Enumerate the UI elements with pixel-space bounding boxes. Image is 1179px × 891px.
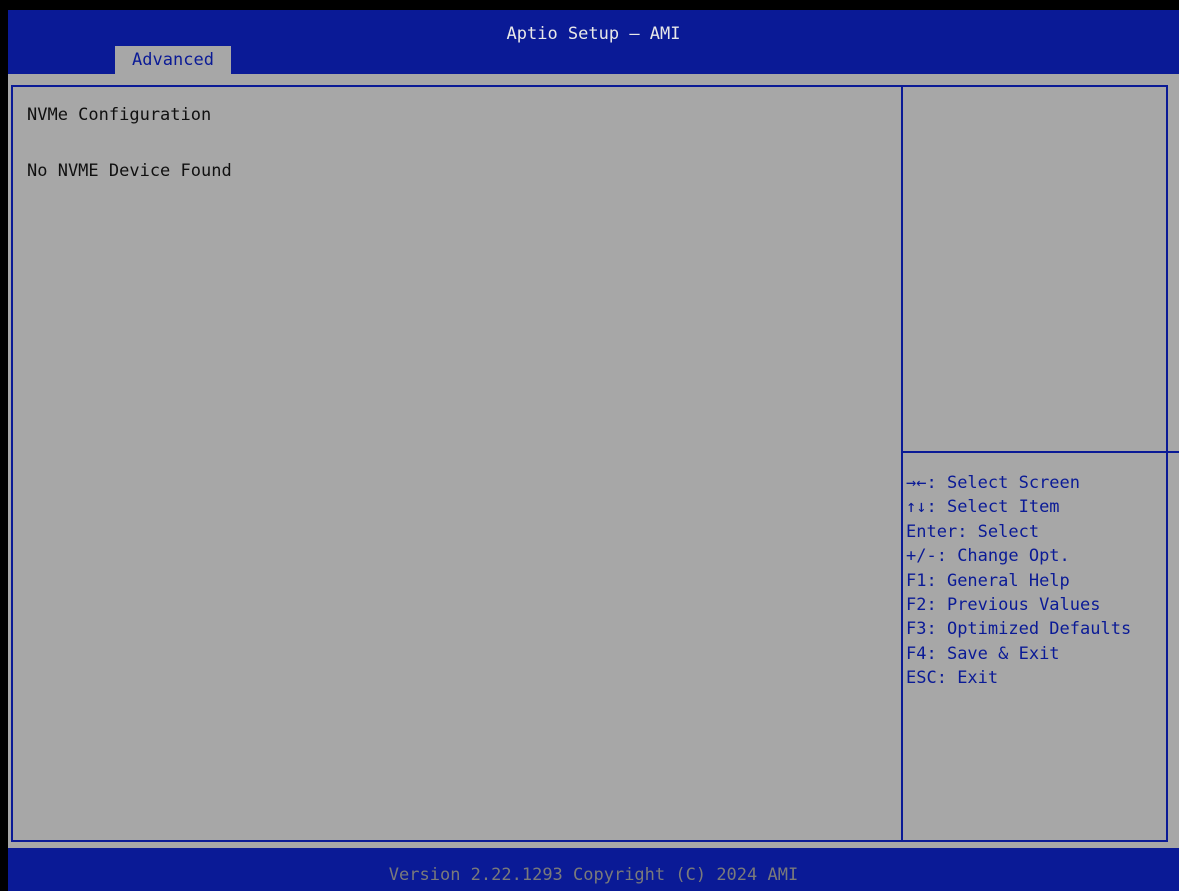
help-item-text: : Optimized Defaults (926, 619, 1132, 640)
help-item-text: : Previous Values (926, 594, 1101, 615)
help-item-text: : Select Screen (926, 473, 1081, 493)
help-item-key: +/- (906, 546, 937, 567)
help-item-f1: F1: General Help (906, 569, 1176, 593)
footer-bar: Version 2.22.1293 Copyright (C) 2024 AMI (8, 848, 1179, 891)
help-item-key: F1 (906, 570, 927, 591)
help-item-key: F4 (906, 643, 927, 664)
status-message: No NVME Device Found (27, 161, 232, 181)
help-item-key: F2 (906, 594, 927, 615)
help-item-f4: F4: Save & Exit (906, 642, 1176, 666)
up-down-arrows-icon: ↑↓ (906, 497, 927, 518)
help-item-change-opt: +/-: Change Opt. (906, 544, 1176, 568)
help-item-key: F3 (906, 619, 927, 640)
help-pane-divider (901, 85, 903, 842)
help-item-select-item: ↑↓: Select Item (906, 495, 1176, 519)
help-item-text: : Exit (936, 668, 999, 689)
tab-advanced[interactable]: Advanced (115, 46, 231, 74)
help-item-text: : General Help (926, 570, 1070, 591)
page-heading: NVMe Configuration (27, 105, 212, 125)
help-item-key: Enter (906, 521, 958, 542)
app-title: Aptio Setup – AMI (506, 24, 681, 44)
help-item-text: : Save & Exit (926, 643, 1060, 664)
top-border (0, 0, 1179, 10)
left-right-arrows-icon: →← (906, 473, 927, 493)
help-item-key: ESC (906, 668, 937, 689)
bios-setup-screen: Aptio Setup – AMI Advanced NVMe Configur… (0, 0, 1179, 891)
help-section-divider (903, 451, 1179, 453)
help-item-text: : Select (957, 521, 1040, 542)
help-item-select-screen: →←: Select Screen (906, 471, 1176, 495)
key-help-list: →←: Select Screen ↑↓: Select Item Enter:… (906, 471, 1176, 691)
help-item-f2: F2: Previous Values (906, 593, 1176, 617)
help-item-text: : Select Item (926, 497, 1060, 518)
help-item-text: : Change Opt. (936, 546, 1070, 567)
help-item-f3: F3: Optimized Defaults (906, 617, 1176, 641)
main-panel: NVMe Configuration No NVME Device Found … (8, 74, 1179, 848)
help-item-esc: ESC: Exit (906, 666, 1176, 690)
header-bar: Aptio Setup – AMI Advanced (8, 10, 1179, 74)
help-item-enter: Enter: Select (906, 520, 1176, 544)
version-copyright: Version 2.22.1293 Copyright (C) 2024 AMI (388, 865, 799, 885)
main-frame (11, 85, 1168, 842)
